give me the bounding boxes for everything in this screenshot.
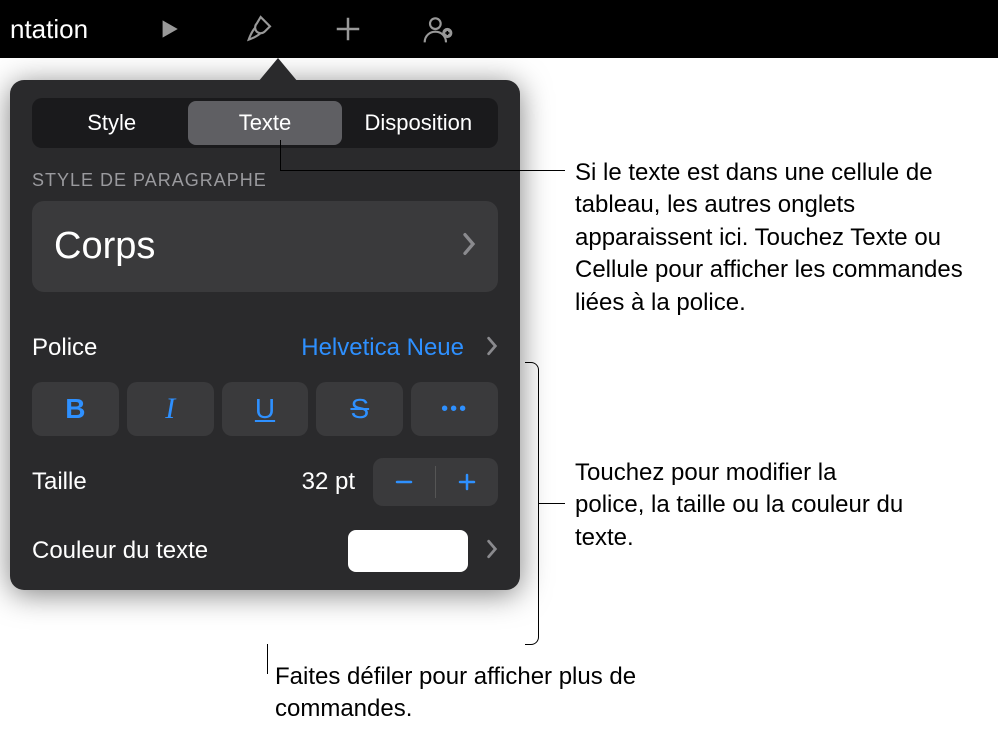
callout-text-3: Faites défiler pour afficher plus de com… — [275, 661, 675, 726]
popover-arrow — [258, 58, 298, 82]
chevron-right-icon[interactable] — [486, 539, 498, 564]
format-brush-icon[interactable] — [238, 9, 278, 49]
tab-layout[interactable]: Disposition — [342, 101, 495, 145]
top-toolbar: ntation — [0, 0, 998, 58]
callout-text-2: Touchez pour modifier la police, la tail… — [575, 457, 905, 554]
text-color-label: Couleur du texte — [32, 537, 208, 565]
play-icon[interactable] — [148, 9, 188, 49]
toolbar-title: ntation — [10, 14, 88, 45]
strikethrough-button[interactable]: S — [316, 382, 403, 436]
bold-button[interactable]: B — [32, 382, 119, 436]
format-button-row: B I U S ••• — [32, 382, 498, 436]
paragraph-style-section-label: STYLE DE PARAGRAPHE — [32, 170, 498, 191]
size-stepper — [373, 458, 498, 506]
size-decrease-button[interactable] — [373, 458, 435, 506]
size-increase-button[interactable] — [436, 458, 498, 506]
size-value: 32 pt — [302, 468, 355, 496]
format-tabs: Style Texte Disposition — [32, 98, 498, 148]
paragraph-style-selector[interactable]: Corps — [32, 201, 498, 292]
more-options-button[interactable]: ••• — [411, 382, 498, 436]
collaborate-icon[interactable] — [418, 9, 458, 49]
callout-leader — [539, 503, 565, 504]
underline-button[interactable]: U — [222, 382, 309, 436]
plus-icon[interactable] — [328, 9, 368, 49]
format-popover: Style Texte Disposition STYLE DE PARAGRA… — [10, 58, 520, 590]
callout-text-1: Si le texte est dans une cellule de tabl… — [575, 157, 995, 319]
callout-leader — [280, 140, 281, 170]
tab-text[interactable]: Texte — [188, 101, 341, 145]
italic-button[interactable]: I — [127, 382, 214, 436]
tab-style[interactable]: Style — [35, 101, 188, 145]
font-row[interactable]: Police Helvetica Neue — [32, 322, 498, 374]
text-color-swatch[interactable] — [348, 530, 468, 572]
font-label: Police — [32, 334, 97, 362]
size-row: Taille 32 pt — [32, 450, 498, 520]
paragraph-style-value: Corps — [54, 225, 155, 268]
chevron-right-icon — [486, 336, 498, 361]
font-value: Helvetica Neue — [301, 334, 464, 362]
callout-leader — [280, 170, 565, 171]
callout-leader — [267, 644, 268, 674]
text-color-row: Couleur du texte — [32, 520, 498, 590]
callout-bracket — [525, 362, 539, 645]
chevron-right-icon — [462, 232, 476, 261]
size-label: Taille — [32, 468, 87, 496]
